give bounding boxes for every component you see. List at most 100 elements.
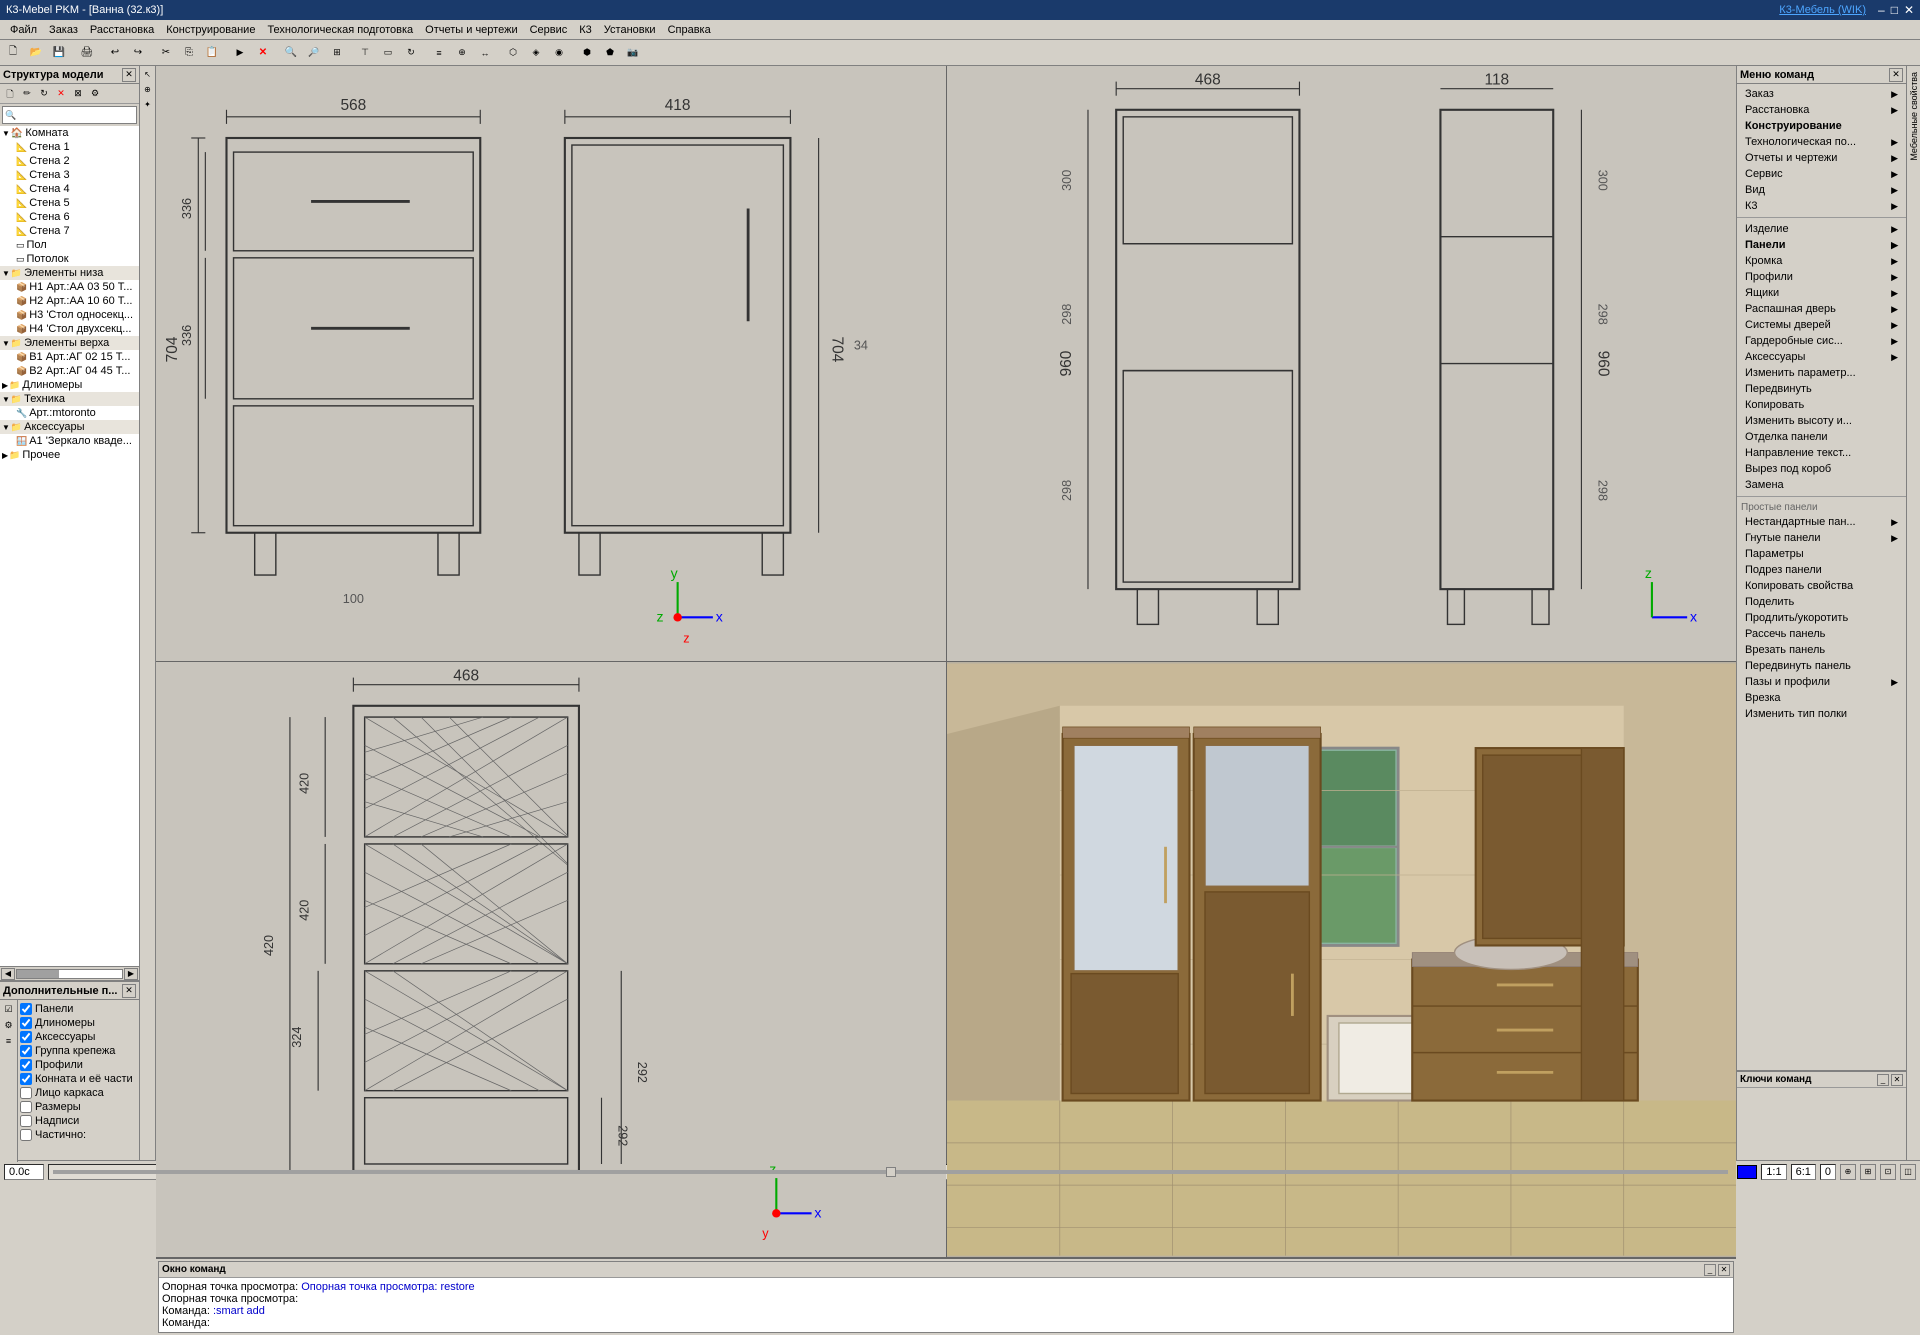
keys-panel-btn1[interactable]: _: [1877, 1074, 1889, 1086]
struct-tb-close2[interactable]: ⊠: [70, 86, 86, 102]
tree-item-h1[interactable]: 📦 Н1 Арт.:АА 03 50 Т...: [0, 280, 139, 294]
tree-item-wall1[interactable]: 📐 Стена 1: [0, 140, 139, 154]
menu-order[interactable]: Заказ: [43, 23, 84, 37]
menu-help[interactable]: Справка: [662, 23, 717, 37]
tb-open[interactable]: 📂: [25, 42, 47, 64]
tb-zoom-out[interactable]: 🔎: [303, 42, 325, 64]
vtab-prop[interactable]: Мебельные свойства: [1908, 66, 1920, 167]
struct-tb-settings[interactable]: ⚙: [87, 86, 103, 102]
chk-dlinomet-input[interactable]: [20, 1017, 32, 1029]
rmenu-peredvpanel[interactable]: Передвинуть панель: [1737, 658, 1906, 674]
right-menu-btn[interactable]: ✕: [1889, 68, 1903, 82]
rmenu-vid[interactable]: Вид ▶: [1737, 182, 1906, 198]
chk-profiles-input[interactable]: [20, 1059, 32, 1071]
tb-save[interactable]: 💾: [48, 42, 70, 64]
viewport-top-left[interactable]: 568 704 336 336 100: [156, 66, 946, 661]
tb-more2[interactable]: ◈: [525, 42, 547, 64]
tree-item-h2[interactable]: 📦 Н2 Арт.:АА 10 60 Т...: [0, 294, 139, 308]
tree-item-tech[interactable]: ▼ 📁 Техника: [0, 392, 139, 406]
struct-tb-delete[interactable]: ✕: [53, 86, 69, 102]
rmenu-pazy[interactable]: Пазы и профили ▶: [1737, 674, 1906, 690]
rmenu-vyrez-korob[interactable]: Вырез под короб: [1737, 461, 1906, 477]
tree-scroll-left[interactable]: ◀: [1, 968, 15, 980]
tb-rotate[interactable]: ↻: [400, 42, 422, 64]
rmenu-sistemdver[interactable]: Системы дверей ▶: [1737, 317, 1906, 333]
struct-tb-refresh[interactable]: ↻: [36, 86, 52, 102]
rmenu-profili[interactable]: Профили ▶: [1737, 269, 1906, 285]
minimize-button[interactable]: –: [1878, 3, 1885, 17]
rmenu-accessories[interactable]: Аксессуары ▶: [1737, 349, 1906, 365]
struct-search-input[interactable]: [16, 109, 134, 121]
rmenu-change-height[interactable]: Изменить высоту и...: [1737, 413, 1906, 429]
rmenu-servis[interactable]: Сервис ▶: [1737, 166, 1906, 182]
rmenu-otdelka[interactable]: Отделка панели: [1737, 429, 1906, 445]
chk-sizes-input[interactable]: [20, 1101, 32, 1113]
tree-item-wall3[interactable]: 📐 Стена 3: [0, 168, 139, 182]
rmenu-zakazv[interactable]: Заказ ▶: [1737, 86, 1906, 102]
chk-nadpisi-input[interactable]: [20, 1115, 32, 1127]
rmenu-prodlit[interactable]: Продлить/укоротить: [1737, 610, 1906, 626]
tree-item-wall5[interactable]: 📐 Стена 5: [0, 196, 139, 210]
tb-view-top[interactable]: ⊤: [354, 42, 376, 64]
cmd-input[interactable]: [215, 1317, 415, 1329]
tree-item-room[interactable]: ▼ 🏠 Комната: [0, 126, 139, 140]
tree-item-ceiling[interactable]: ▭ Потолок: [0, 252, 139, 266]
tree-item-wall6[interactable]: 📐 Стена 6: [0, 210, 139, 224]
menu-techprep[interactable]: Технологическая подготовка: [261, 23, 419, 37]
rmenu-yashchiki[interactable]: Ящики ▶: [1737, 285, 1906, 301]
rmenu-reports[interactable]: Отчеты и чертежи ▶: [1737, 150, 1906, 166]
left-tool-1[interactable]: ↖: [141, 68, 154, 81]
tree-item-wall2[interactable]: 📐 Стена 2: [0, 154, 139, 168]
tb-redo[interactable]: ↪: [127, 42, 149, 64]
rmenu-k3[interactable]: К3 ▶: [1737, 198, 1906, 214]
add-panel-close[interactable]: ✕: [122, 984, 136, 998]
tb-view-front[interactable]: ▭: [377, 42, 399, 64]
tb-copy[interactable]: ⎘: [178, 42, 200, 64]
menu-k3[interactable]: К3: [573, 23, 598, 37]
struct-tb-edit[interactable]: ✏: [19, 86, 35, 102]
tb-layers[interactable]: ≡: [428, 42, 450, 64]
menu-reports[interactable]: Отчеты и чертежи: [419, 23, 523, 37]
chk-gruppa-input[interactable]: [20, 1045, 32, 1057]
tree-item-v2[interactable]: 📦 В2 Арт.:АГ 04 45 Т...: [0, 364, 139, 378]
left-tool-3[interactable]: ✦: [141, 98, 154, 111]
rmenu-gnutype[interactable]: Гнутые панели ▶: [1737, 530, 1906, 546]
viewport-3d[interactable]: [947, 662, 1737, 1257]
rmenu-copy[interactable]: Копировать: [1737, 397, 1906, 413]
status-snap2[interactable]: ⊞: [1860, 1164, 1876, 1180]
tree-item-access[interactable]: ▼ 📁 Аксессуары: [0, 420, 139, 434]
cmd-window-close[interactable]: ✕: [1718, 1264, 1730, 1276]
rmenu-konstruirovanie[interactable]: Конструирование: [1737, 118, 1906, 134]
rmenu-napravtekst[interactable]: Направление текст...: [1737, 445, 1906, 461]
tree-item-wall7[interactable]: 📐 Стена 7: [0, 224, 139, 238]
tree-item-nizh[interactable]: ▼ 📁 Элементы низа: [0, 266, 139, 280]
rmenu-podrez[interactable]: Подрез панели: [1737, 562, 1906, 578]
chk-litso-input[interactable]: [20, 1087, 32, 1099]
rmenu-kromka[interactable]: Кромка ▶: [1737, 253, 1906, 269]
tree-item-other[interactable]: ▶ 📁 Прочее: [0, 448, 139, 462]
status-snap1[interactable]: ⊕: [1840, 1164, 1856, 1180]
tree-item-floor[interactable]: ▭ Пол: [0, 238, 139, 252]
rmenu-vrezka[interactable]: Врезка: [1737, 690, 1906, 706]
tree-item-a1[interactable]: 🪟 А1 'Зеркало кваде...: [0, 434, 139, 448]
status-snap4[interactable]: ◫: [1900, 1164, 1916, 1180]
menu-placement[interactable]: Расстановка: [84, 23, 160, 37]
tb-more4[interactable]: ⬢: [576, 42, 598, 64]
keys-panel-close[interactable]: ✕: [1891, 1074, 1903, 1086]
tb-new[interactable]: 🗋: [2, 42, 24, 64]
rmenu-rasset[interactable]: Рассечь панель: [1737, 626, 1906, 642]
tree-item-dlinomet[interactable]: ▶ 📁 Длиномеры: [0, 378, 139, 392]
tree-item-wall4[interactable]: 📐 Стена 4: [0, 182, 139, 196]
tree-item-verh[interactable]: ▼ 📁 Элементы верха: [0, 336, 139, 350]
tb-snap[interactable]: ⊕: [451, 42, 473, 64]
tb-undo[interactable]: ↩: [104, 42, 126, 64]
cmd-window-btn1[interactable]: _: [1704, 1264, 1716, 1276]
rmenu-rasstanovka[interactable]: Расстановка ▶: [1737, 102, 1906, 118]
struct-close-btn[interactable]: ✕: [122, 68, 136, 82]
menu-settings[interactable]: Установки: [598, 23, 662, 37]
viewport-bottom-left[interactable]: 468 420 420 324 420 292 292: [156, 662, 946, 1257]
rmenu-vrezat[interactable]: Врезать панель: [1737, 642, 1906, 658]
tb-delete[interactable]: ✕: [252, 42, 274, 64]
tb-camera[interactable]: 📷: [622, 42, 644, 64]
menu-construction[interactable]: Конструирование: [160, 23, 261, 37]
